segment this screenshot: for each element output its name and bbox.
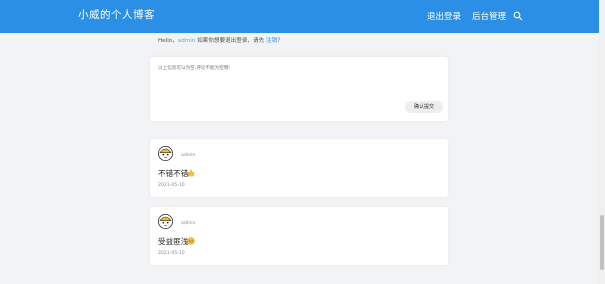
thumbs-up-icon [187, 169, 195, 177]
comment-card: admin 受益匪浅 2021-05-10 [150, 207, 448, 265]
avatar-icon [158, 214, 173, 229]
grin-icon [187, 237, 195, 245]
submit-comment-button[interactable]: 确认提交 [405, 101, 443, 113]
comment-date: 2021-05-10 [158, 183, 185, 188]
comment-placeholder: 以上信息可以为空,评论不能为空哦! [158, 66, 231, 71]
hello-middle: 如果你想要退出登录，请先 [195, 38, 266, 44]
comment-date: 2021-05-10 [158, 251, 185, 256]
session-info: Hello，admin 如果你想要退出登录，请先 注销？ [158, 36, 283, 44]
hello-suffix: ？ [277, 38, 283, 44]
avatar-icon [158, 146, 173, 161]
admin-link[interactable]: 后台管理 [472, 10, 506, 22]
comment-content: 受益匪浅 [158, 237, 189, 246]
scrollbar-track[interactable] [599, 0, 605, 284]
comment-content: 不错不错 [158, 169, 189, 178]
search-icon[interactable] [513, 11, 523, 21]
username: admin [177, 38, 196, 44]
comment-author: admin [181, 221, 196, 226]
scrollbar-thumb[interactable] [600, 215, 604, 270]
logout-inline-link[interactable]: 注销 [266, 38, 277, 44]
site-brand[interactable]: 小威的个人博客 [78, 7, 155, 22]
hello-prefix: Hello， [158, 38, 178, 44]
comment-textarea[interactable]: 以上信息可以为空,评论不能为空哦! 确认提交 [150, 57, 448, 121]
navbar: 小威的个人博客 退出登录 后台管理 [0, 0, 605, 33]
comment-card: admin 不错不错 2021-05-10 [150, 139, 448, 197]
logout-link[interactable]: 退出登录 [427, 10, 461, 22]
comment-author: admin [181, 153, 196, 158]
